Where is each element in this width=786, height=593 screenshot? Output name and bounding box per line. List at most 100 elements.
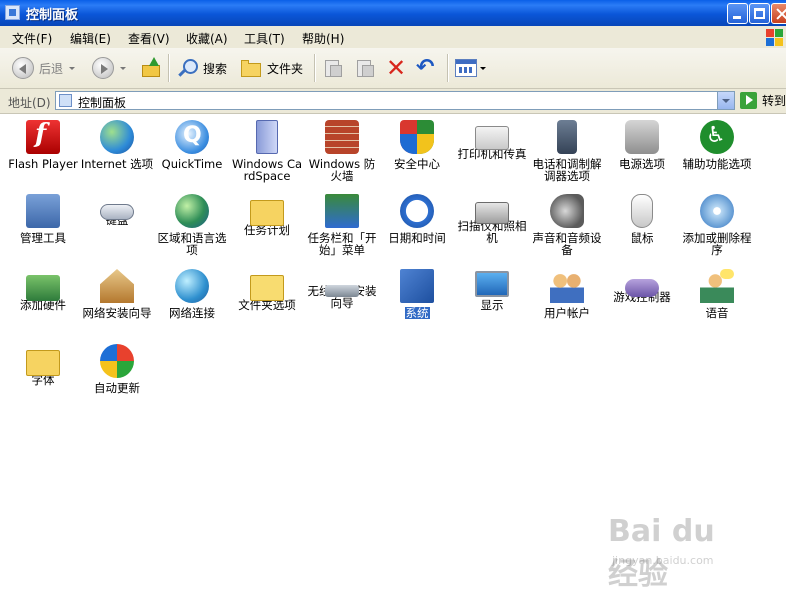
cp-item-quicktime[interactable]: QuickTime bbox=[155, 120, 229, 170]
item-label: 任务栏和「开始」菜单 bbox=[307, 231, 377, 257]
go-button[interactable]: 转到 bbox=[740, 92, 786, 109]
cp-item-security-center[interactable]: 安全中心 bbox=[380, 120, 454, 170]
views-button[interactable] bbox=[455, 55, 486, 81]
maximize-button[interactable] bbox=[749, 3, 770, 24]
back-label: 后退 bbox=[39, 61, 64, 76]
item-label: 显示 bbox=[480, 298, 504, 312]
menu-help[interactable]: 帮助(H) bbox=[302, 30, 344, 47]
cp-item-scanners-cameras[interactable]: 扫描仪和照相机 bbox=[455, 194, 529, 244]
cp-item-wireless-setup[interactable]: 无线网络安装向导 bbox=[305, 269, 379, 309]
cp-item-sound-audio[interactable]: 声音和音频设备 bbox=[530, 194, 604, 256]
address-dropdown-button[interactable] bbox=[717, 92, 734, 109]
menu-tools[interactable]: 工具(T) bbox=[244, 30, 285, 47]
menu-file[interactable]: 文件(F) bbox=[12, 30, 52, 47]
add-remove-programs-icon bbox=[700, 194, 734, 228]
cp-item-display[interactable]: 显示 bbox=[455, 269, 529, 311]
item-label: Flash Player bbox=[8, 157, 78, 171]
search-button[interactable]: 搜索 bbox=[176, 55, 227, 81]
cp-item-speech[interactable]: 语音 bbox=[680, 269, 754, 319]
folders-button[interactable]: 文件夹 bbox=[240, 55, 303, 81]
item-label: Windows 防火墙 bbox=[308, 157, 376, 183]
cp-item-printers-faxes[interactable]: 打印机和传真 bbox=[455, 120, 529, 160]
back-dropdown-icon[interactable] bbox=[69, 66, 76, 70]
cp-item-accessibility[interactable]: 辅助功能选项 bbox=[680, 120, 754, 170]
item-label: 网络连接 bbox=[169, 306, 215, 320]
item-label: 日期和时间 bbox=[388, 231, 446, 245]
cardspace-icon bbox=[256, 120, 278, 154]
cp-item-cardspace[interactable]: Windows CardSpace bbox=[230, 120, 304, 182]
cp-item-add-remove-programs[interactable]: 添加或删除程序 bbox=[680, 194, 754, 256]
item-label: QuickTime bbox=[161, 157, 223, 171]
cp-item-automatic-updates[interactable]: 自动更新 bbox=[80, 344, 154, 394]
views-icon bbox=[455, 59, 477, 77]
cp-item-admin-tools[interactable]: 管理工具 bbox=[6, 194, 80, 244]
cp-item-firewall[interactable]: Windows 防火墙 bbox=[305, 120, 379, 182]
toolbar-separator bbox=[314, 54, 316, 82]
control-panel-content: Flash Player Internet 选项 QuickTime Windo… bbox=[0, 114, 786, 592]
item-label: 安全中心 bbox=[394, 157, 440, 171]
address-input[interactable]: 控制面板 bbox=[55, 91, 735, 110]
address-value: 控制面板 bbox=[78, 96, 127, 110]
cp-item-folder-options[interactable]: 文件夹选项 bbox=[230, 269, 304, 311]
close-button[interactable] bbox=[771, 3, 786, 24]
close-icon bbox=[772, 4, 786, 23]
phone-modem-icon bbox=[557, 120, 577, 154]
forward-dropdown-icon[interactable] bbox=[120, 66, 126, 70]
add-hardware-icon bbox=[26, 275, 60, 301]
menu-view[interactable]: 查看(V) bbox=[128, 30, 170, 47]
cp-item-add-hardware[interactable]: 添加硬件 bbox=[6, 269, 80, 311]
copy-to-button[interactable] bbox=[354, 55, 374, 81]
cp-item-scheduled-tasks[interactable]: 任务计划 bbox=[230, 194, 304, 236]
move-to-button[interactable] bbox=[322, 55, 342, 81]
cp-item-power-options[interactable]: 电源选项 bbox=[605, 120, 679, 170]
window-title: 控制面板 bbox=[26, 8, 79, 23]
delete-button[interactable]: ✕ bbox=[386, 55, 406, 81]
up-button[interactable] bbox=[140, 55, 162, 81]
cp-item-phone-modem[interactable]: 电话和调制解调器选项 bbox=[530, 120, 604, 182]
cp-item-mouse[interactable]: 鼠标 bbox=[605, 194, 679, 244]
watermark-sub: jingyan.baidu.com bbox=[612, 554, 714, 567]
item-label: 管理工具 bbox=[20, 231, 66, 245]
minimize-button[interactable] bbox=[727, 3, 748, 24]
toolbar-separator bbox=[447, 54, 449, 82]
maximize-icon bbox=[750, 4, 769, 23]
scheduled-tasks-icon bbox=[250, 200, 284, 226]
control-panel-icon bbox=[5, 5, 20, 20]
cp-item-network-connections[interactable]: 网络连接 bbox=[155, 269, 229, 319]
item-label: 用户帐户 bbox=[544, 306, 590, 320]
cp-item-keyboard[interactable]: 键盘 bbox=[80, 194, 154, 226]
menu-edit[interactable]: 编辑(E) bbox=[70, 30, 111, 47]
power-icon bbox=[625, 120, 659, 154]
cp-item-system[interactable]: 系统 bbox=[380, 269, 454, 320]
cp-item-user-accounts[interactable]: 用户帐户 bbox=[530, 269, 604, 319]
windows-logo-icon bbox=[764, 27, 784, 47]
user-accounts-icon bbox=[550, 269, 584, 303]
keyboard-icon bbox=[100, 204, 134, 220]
forward-arrow-icon bbox=[92, 57, 114, 79]
printer-icon bbox=[475, 126, 509, 150]
item-label: 电源选项 bbox=[619, 157, 665, 171]
cp-item-fonts[interactable]: 字体 bbox=[6, 344, 80, 386]
cp-item-game-controllers[interactable]: 游戏控制器 bbox=[605, 269, 679, 303]
region-language-icon bbox=[175, 194, 209, 228]
undo-button[interactable]: ↶ bbox=[416, 55, 434, 81]
menu-favorites[interactable]: 收藏(A) bbox=[186, 30, 228, 47]
quicktime-icon bbox=[175, 120, 209, 154]
cp-item-flash-player[interactable]: Flash Player bbox=[6, 119, 80, 171]
cp-item-region-language[interactable]: 区域和语言选项 bbox=[155, 194, 229, 256]
security-center-icon bbox=[400, 120, 434, 154]
address-label: 地址(D) bbox=[8, 96, 51, 110]
minimize-icon bbox=[728, 4, 747, 23]
item-label: 电话和调制解调器选项 bbox=[532, 157, 602, 183]
back-button[interactable]: 后退 bbox=[12, 55, 76, 81]
copy-to-icon bbox=[354, 58, 374, 78]
baidu-watermark: Bai du 经验 jingyan.baidu.com bbox=[598, 506, 748, 592]
cp-item-network-setup[interactable]: 网络安装向导 bbox=[80, 269, 154, 319]
go-label: 转到 bbox=[762, 94, 786, 108]
forward-button[interactable] bbox=[92, 55, 126, 81]
item-label: 添加或删除程序 bbox=[682, 231, 752, 257]
accessibility-icon bbox=[700, 120, 734, 154]
cp-item-internet-options[interactable]: Internet 选项 bbox=[80, 120, 154, 170]
cp-item-taskbar-start[interactable]: 任务栏和「开始」菜单 bbox=[305, 194, 379, 256]
cp-item-date-time[interactable]: 日期和时间 bbox=[380, 194, 454, 244]
